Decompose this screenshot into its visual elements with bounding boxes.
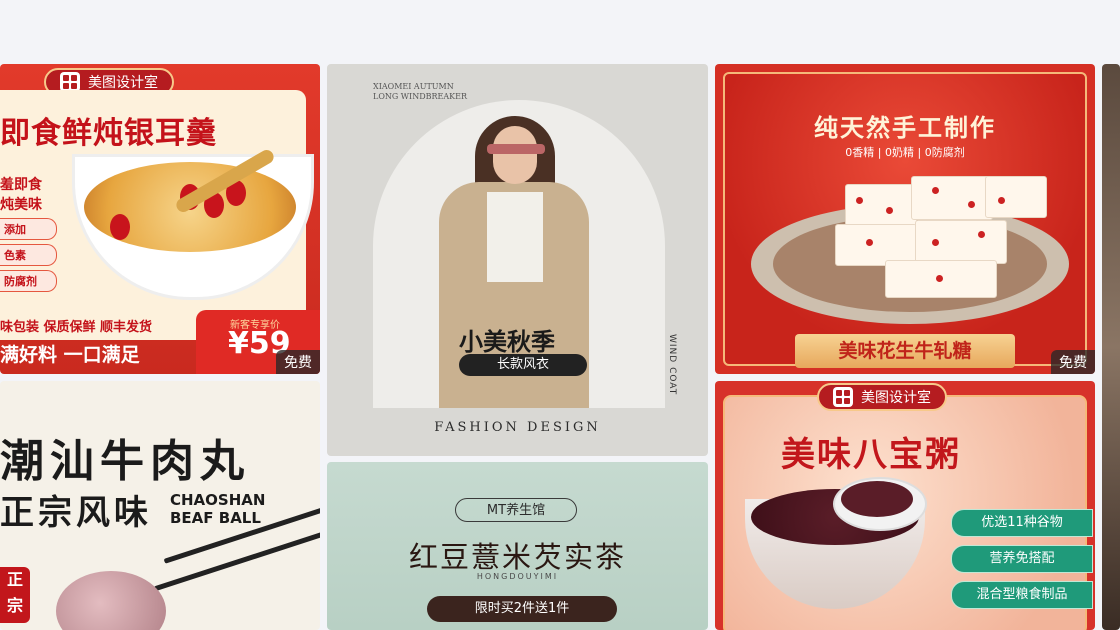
template-card-nougat[interactable]: 纯天然手工制作 0香精 | 0奶精 | 0防腐剂 美味花生牛轧糖 免费: [715, 64, 1095, 374]
seal-stamp: 正宗: [0, 567, 30, 623]
card-english-caption: CHAOSHAN BEAF BALL: [170, 491, 265, 527]
free-badge: 免费: [1051, 350, 1095, 374]
brand-badge: 美图设计室: [817, 383, 947, 411]
promo-bar: 限时买2件送1件: [427, 596, 617, 622]
feature-tag: 混合型粮食制品: [951, 581, 1093, 609]
template-card-fashion[interactable]: XIAOMEI AUTUMN LONG WINDBREAKER 小美秋季 长款风…: [327, 64, 708, 456]
caption-line: CHAOSHAN: [170, 491, 266, 509]
caption-line: BEAF BALL: [170, 509, 261, 527]
card-title: 美味八宝粥: [781, 435, 961, 475]
caption-line: LONG WINDBREAKER: [373, 92, 467, 101]
card-slogan: 满好料 一口满足: [0, 344, 140, 366]
feature-pill: 添加: [0, 218, 57, 240]
brand-pill: MT养生馆: [455, 498, 577, 522]
nougat-piece: [911, 176, 993, 220]
free-badge: 免费: [276, 350, 320, 374]
feature-pill: 色素: [0, 244, 57, 266]
feature-tag: 营养免搭配: [951, 545, 1093, 573]
goji-berry: [110, 214, 130, 240]
model-shirt: [487, 192, 543, 282]
card-title: 潮汕牛肉丸: [0, 436, 250, 487]
template-card-partial[interactable]: [1102, 64, 1120, 630]
caption-line: XIAOMEI AUTUMN: [373, 82, 454, 91]
card-subtitle: 长款风衣: [459, 354, 587, 376]
card-subtitle: 0香精 | 0奶精 | 0防腐剂: [845, 146, 965, 159]
feature-heading: 羞即食: [0, 177, 42, 193]
nougat-piece: [915, 220, 1007, 264]
card-english-caption: XIAOMEI AUTUMN LONG WINDBREAKER: [373, 82, 467, 102]
vertical-caption: WIND COAT: [667, 334, 677, 396]
nougat-piece: [845, 184, 917, 226]
brand-logo-icon: [833, 387, 853, 407]
card-title: 纯天然手工制作: [814, 114, 996, 142]
nougat-piece: [885, 260, 997, 298]
template-card-porridge[interactable]: 美图设计室 美味八宝粥 优选11种谷物 营养免搭配 混合型粮食制品: [715, 381, 1095, 630]
card-footer: FASHION DESIGN: [434, 420, 601, 435]
card-title: 即食鲜炖银耳羹: [0, 116, 217, 151]
template-card-beef-ball[interactable]: 潮汕牛肉丸 正宗风味 CHAOSHAN BEAF BALL 正宗: [0, 381, 320, 630]
spoon-contents: [841, 481, 913, 517]
card-tagline: 味包装 保质保鲜 顺丰发货: [0, 320, 153, 335]
sunglasses: [487, 144, 545, 154]
card-banner: 美味花生牛轧糖: [795, 334, 1015, 368]
feature-list: 羞即食 炖美味 添加 色素 防腐剂: [0, 174, 64, 296]
beef-ball-illustration: [56, 571, 166, 630]
card-subtitle: 正宗风味: [0, 493, 152, 533]
top-bar: [0, 0, 1120, 64]
feature-pill: 防腐剂: [0, 270, 57, 292]
brand-badge-label: 美图设计室: [88, 75, 158, 91]
feature-heading: 炖美味: [0, 197, 42, 213]
feature-tag: 优选11种谷物: [951, 509, 1093, 537]
template-card-tremella-soup[interactable]: 美图设计室 即食鲜炖银耳羹 羞即食 炖美味 添加 色素 防腐剂 味包装 保质保鲜…: [0, 64, 320, 374]
card-title: 小美秋季: [459, 327, 555, 356]
card-pinyin: HONGDOUYIMI: [476, 572, 559, 581]
template-card-herbal-tea[interactable]: MT养生馆 红豆薏米芡实茶 HONGDOUYIMI 限时买2件送1件: [327, 462, 708, 630]
brand-logo-icon: [60, 72, 80, 92]
brand-badge-label: 美图设计室: [861, 390, 931, 406]
model-face: [493, 126, 537, 184]
card-title: 红豆薏米芡实茶: [408, 540, 626, 574]
nougat-piece: [985, 176, 1047, 218]
